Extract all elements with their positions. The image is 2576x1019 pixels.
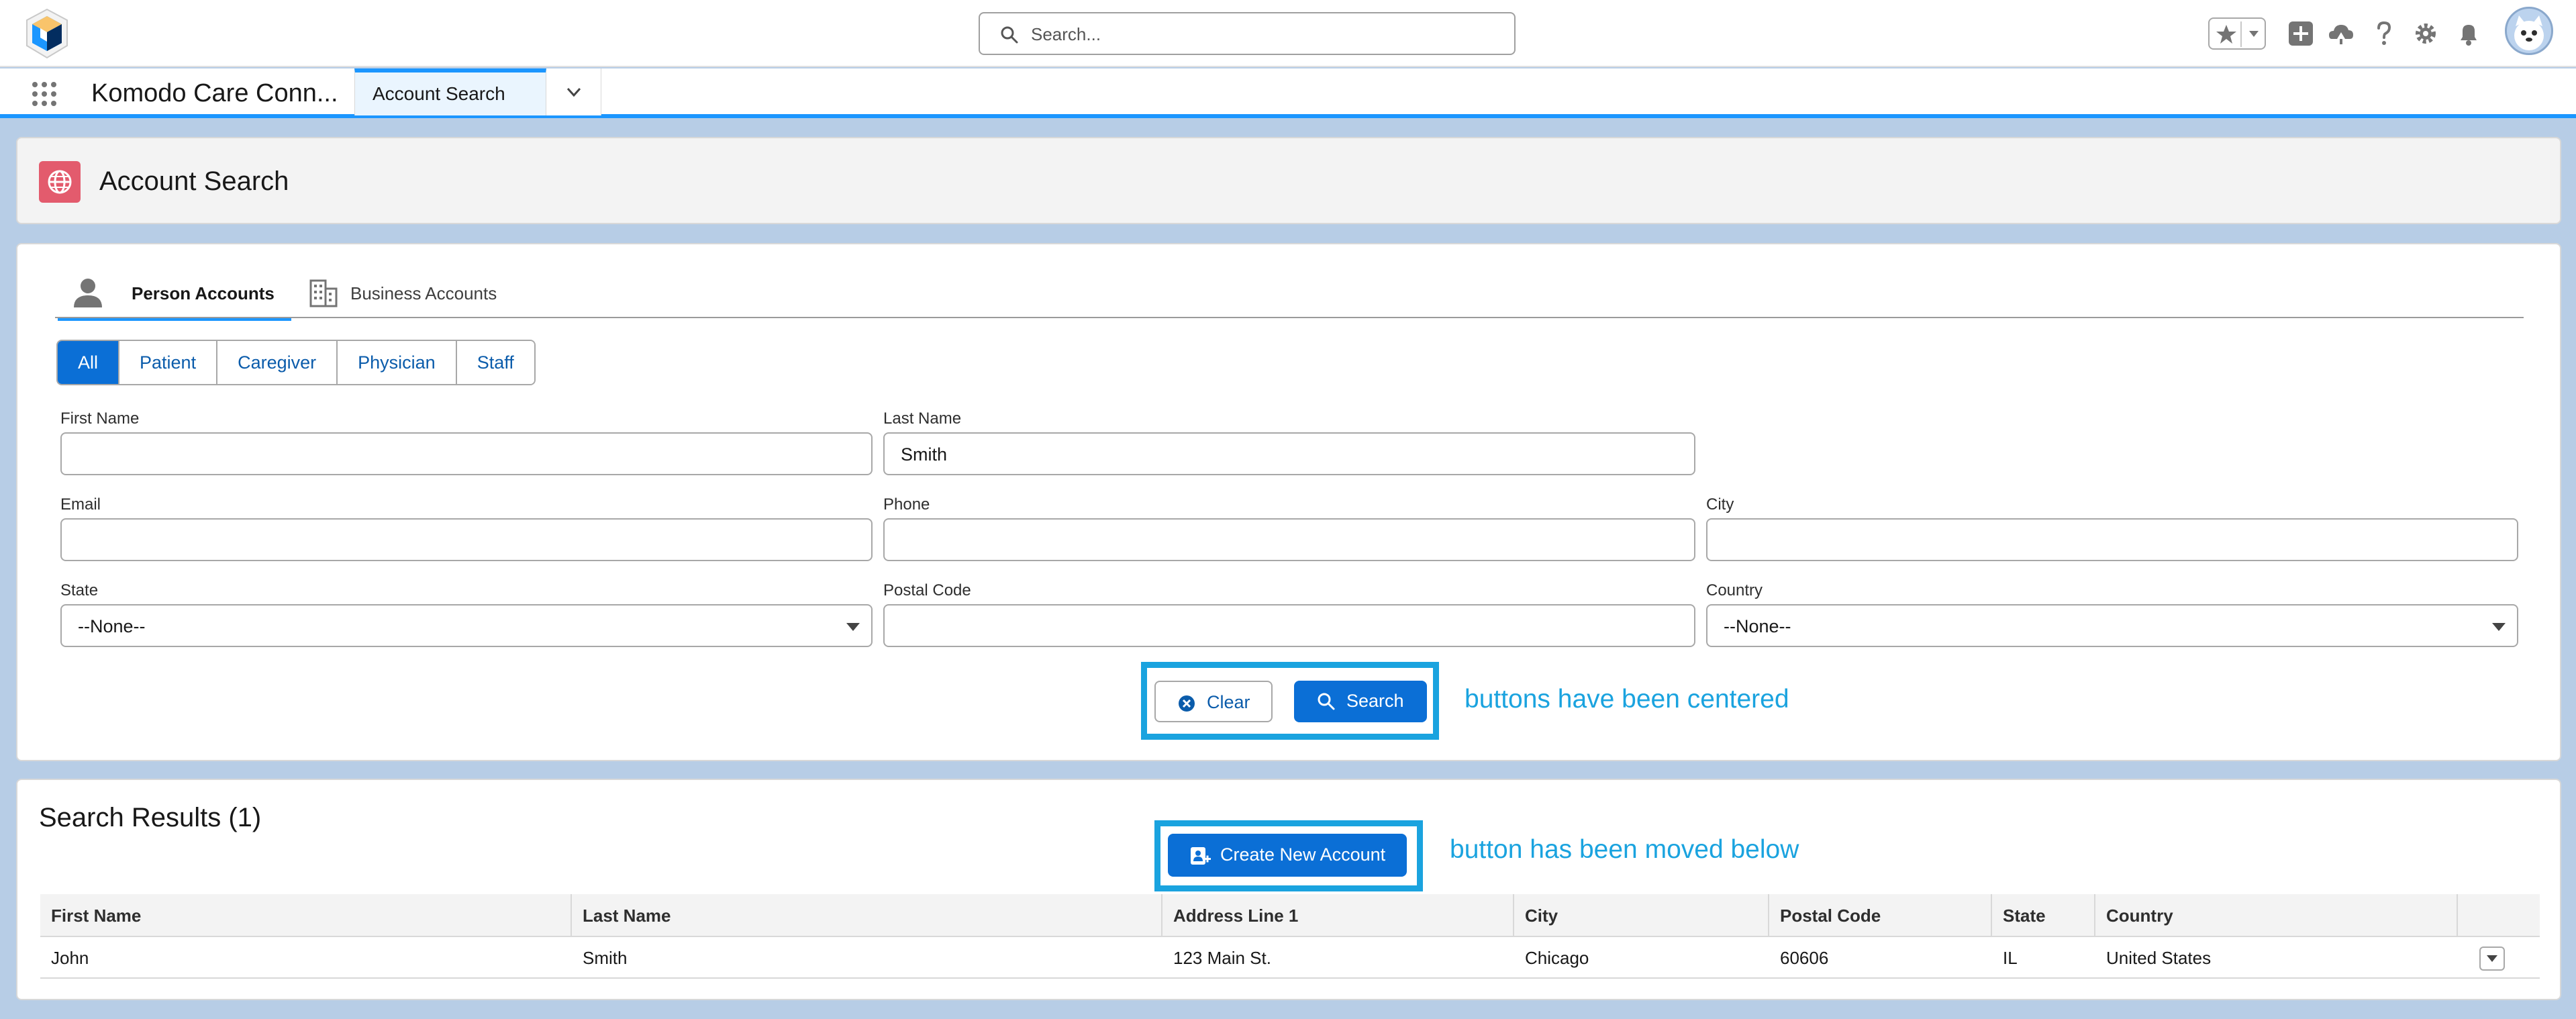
page-title: Account Search [99,166,289,196]
user-avatar[interactable] [2505,7,2553,55]
column-header-country[interactable]: Country [2095,894,2458,937]
clear-label: Clear [1207,692,1250,712]
state-select[interactable]: --None-- [60,604,873,647]
building-icon [309,279,338,307]
nav-tab-menu-button[interactable] [546,68,601,115]
email-label: Email [60,495,101,514]
cell-postal-code: 60606 [1780,948,1829,968]
help-icon[interactable] [2369,19,2399,48]
global-header [0,0,2576,67]
avatar-icon [2514,15,2544,50]
favorites-dropdown-icon[interactable] [2246,26,2262,42]
create-new-account-label: Create New Account [1220,844,1386,865]
phone-label: Phone [883,495,930,514]
setup-gear-icon[interactable] [2411,19,2440,48]
close-circle-icon [1179,695,1195,712]
clear-button[interactable]: Clear [1154,681,1273,722]
cell-first-name: John [51,948,89,968]
search-icon [1001,26,1018,44]
annotation-text: buttons have been centered [1465,685,1789,714]
dropdown-arrow-icon [2492,623,2506,631]
postal-code-field[interactable] [883,604,1695,647]
account-type-filter: All Patient Caregiver Physician Staff [56,340,536,385]
app-nav-bar: Komodo Care Conn... Account Search [0,68,2576,118]
chevron-down-icon [566,87,581,97]
search-icon [1318,693,1335,710]
filter-staff-button[interactable]: Staff [456,341,534,384]
column-header-postal-code[interactable]: Postal Code [1769,894,1992,937]
filter-all-button[interactable]: All [58,341,120,384]
divider [2240,21,2242,47]
app-logo-icon[interactable] [24,8,70,59]
postal-code-label: Postal Code [883,581,971,599]
tabs-divider [55,317,2524,318]
global-search[interactable] [979,12,1516,55]
cell-city: Chicago [1525,948,1589,968]
city-label: City [1706,495,1734,514]
cell-address: 123 Main St. [1173,948,1271,968]
app-launcher-icon[interactable] [30,79,59,109]
table-header: First Name Last Name Address Line 1 City… [40,894,2540,937]
chevron-down-icon [2487,955,2497,962]
tab-business-accounts[interactable]: Business Accounts [293,277,514,317]
table-row[interactable]: John Smith 123 Main St. Chicago 60606 IL… [40,937,2540,979]
column-header-city[interactable]: City [1514,894,1769,937]
filter-caregiver-button[interactable]: Caregiver [217,341,338,384]
tab-label: Business Accounts [350,283,497,303]
page-header: Account Search [16,137,2561,224]
global-search-input[interactable] [1031,20,1501,48]
tab-label: Account Search [373,83,505,104]
notifications-bell-icon[interactable] [2454,19,2483,48]
first-name-field[interactable] [60,432,873,475]
search-label: Search [1346,691,1404,711]
results-card: Search Results (1) Create New Account bu… [16,779,2561,1000]
state-label: State [60,581,99,599]
cell-last-name: Smith [583,948,628,968]
favorites-star-icon[interactable] [2215,23,2238,46]
results-title: Search Results (1) [39,803,262,832]
phone-field[interactable] [883,518,1695,561]
favorites-group[interactable] [2208,17,2266,50]
city-field[interactable] [1706,518,2518,561]
create-new-account-button[interactable]: Create New Account [1168,834,1407,877]
dropdown-arrow-icon [846,623,860,631]
tab-account-search[interactable]: Account Search [354,68,546,115]
add-contact-icon [1191,847,1211,865]
last-name-label: Last Name [883,409,962,428]
email-field[interactable] [60,518,873,561]
country-label: Country [1706,581,1763,599]
cell-state: IL [2003,948,2018,968]
column-header-state[interactable]: State [1992,894,2095,937]
annotation-text: button has been moved below [1450,835,1799,864]
country-value: --None-- [1724,616,1791,636]
trailhead-icon[interactable] [2326,19,2356,48]
first-name-label: First Name [60,409,140,428]
row-actions-button[interactable] [2479,947,2505,971]
filter-patient-button[interactable]: Patient [119,341,218,384]
column-header-first-name[interactable]: First Name [40,894,572,937]
last-name-field[interactable]: Smith [883,432,1695,475]
app-name: Komodo Care Conn... [91,79,338,107]
filter-physician-button[interactable]: Physician [338,341,457,384]
tab-label: Person Accounts [132,283,275,303]
person-icon [74,279,102,307]
search-card: Person Accounts Business Accounts All Pa… [16,243,2561,761]
cell-country: United States [2106,948,2212,968]
page-icon [39,161,81,203]
global-add-icon[interactable] [2286,19,2316,48]
last-name-value: Smith [901,444,948,465]
state-value: --None-- [78,616,146,636]
column-header-address[interactable]: Address Line 1 [1162,894,1514,937]
globe-icon [48,170,72,194]
column-header-last-name[interactable]: Last Name [572,894,1162,937]
tab-person-accounts[interactable]: Person Accounts [58,277,291,321]
search-button[interactable]: Search [1294,681,1427,722]
country-select[interactable]: --None-- [1706,604,2518,647]
